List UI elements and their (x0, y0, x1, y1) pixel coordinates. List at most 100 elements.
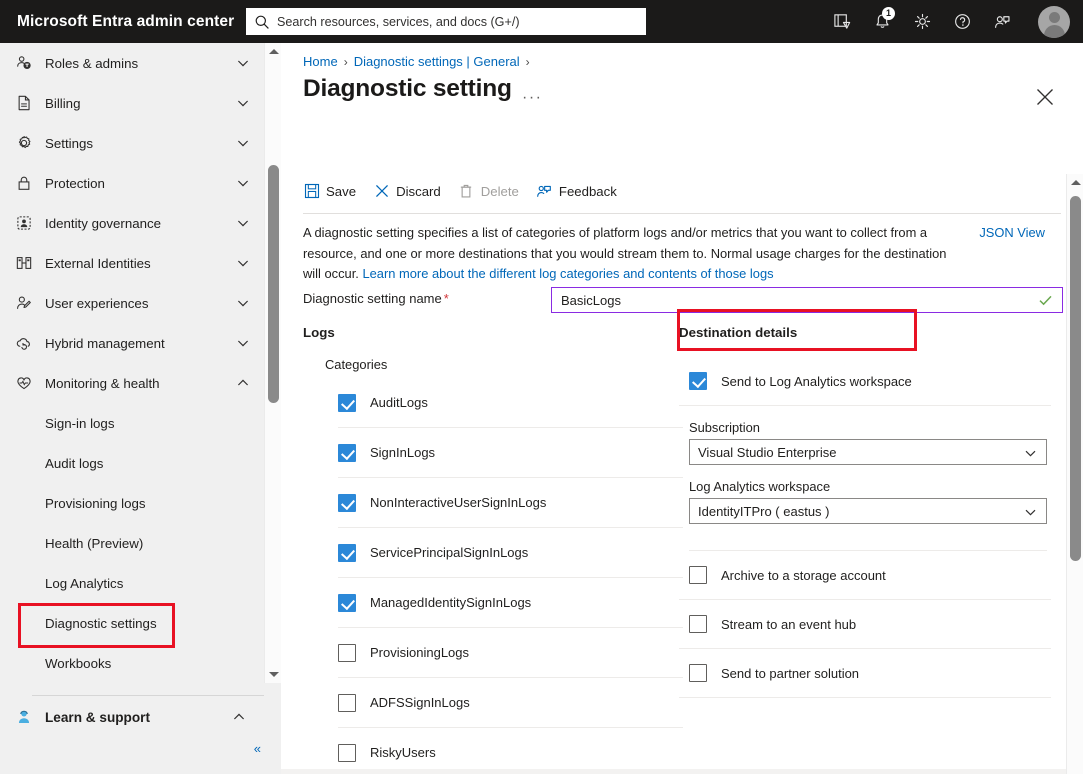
log-category-row[interactable]: NonInteractiveUserSignInLogs (338, 478, 683, 528)
sidebar-item-learn-support[interactable]: Learn & support (0, 695, 264, 739)
log-analytics-workspace-dropdown[interactable]: IdentityITPro ( eastus ) (689, 498, 1047, 524)
logs-categories-label: Categories (325, 357, 683, 372)
sidebar-subitem-label: Provisioning logs (45, 496, 146, 511)
checkbox-managedidentitysigninlogs[interactable] (338, 594, 356, 612)
sidebar-item-label: External Identities (45, 256, 151, 271)
partner-solution-row[interactable]: Send to partner solution (679, 649, 1051, 698)
learn-more-link[interactable]: Learn more about the different log categ… (362, 266, 773, 281)
sidebar-scrollbar[interactable] (264, 43, 281, 683)
diagnostic-setting-name-input[interactable]: BasicLogs (551, 287, 1063, 313)
bottom-strip (281, 769, 1066, 774)
help-icon[interactable] (945, 0, 979, 43)
sidebar-item-hybrid-management[interactable]: Hybrid management (0, 323, 264, 363)
log-category-row[interactable]: ServicePrincipalSignInLogs (338, 528, 683, 578)
chevron-down-icon[interactable] (236, 256, 250, 270)
bell-icon[interactable]: 1 (865, 0, 899, 43)
trash-icon (458, 183, 475, 200)
name-input-value: BasicLogs (561, 293, 621, 308)
feedback-icon (536, 183, 553, 200)
required-marker: * (444, 291, 449, 306)
checkbox-send-to-log-analytics[interactable] (689, 372, 707, 390)
breadcrumb-diagnostic-settings[interactable]: Diagnostic settings | General (354, 54, 520, 69)
sidebar-item-audit-logs[interactable]: Audit logs (0, 443, 264, 483)
sidebar-learn-support-label: Learn & support (45, 710, 150, 725)
chevron-down-icon[interactable] (236, 336, 250, 350)
breadcrumb-home[interactable]: Home (303, 54, 338, 69)
send-to-log-analytics-row[interactable]: Send to Log Analytics workspace (679, 357, 1051, 406)
chevron-down-icon[interactable] (236, 136, 250, 150)
sidebar-item-log-analytics[interactable]: Log Analytics (0, 563, 264, 603)
scroll-up-arrow[interactable] (1067, 174, 1083, 191)
scroll-down-arrow[interactable] (265, 666, 281, 683)
send-to-log-analytics-label: Send to Log Analytics workspace (721, 374, 912, 389)
chevron-up-icon[interactable] (232, 710, 246, 724)
sidebar-item-label: Monitoring & health (45, 376, 160, 391)
app-root: Microsoft Entra admin center Search reso… (0, 0, 1083, 774)
log-category-row[interactable]: AuditLogs (338, 378, 683, 428)
more-options-button[interactable]: ··· (522, 89, 542, 107)
cloud-shell-icon[interactable] (825, 0, 859, 43)
sidebar-item-user-experiences[interactable]: User experiences (0, 283, 264, 323)
sidebar-item-diagnostic-settings[interactable]: Diagnostic settings (0, 603, 264, 643)
chevron-down-icon[interactable] (236, 56, 250, 70)
log-category-row[interactable]: ADFSSignInLogs (338, 678, 683, 728)
save-button[interactable]: Save (303, 183, 356, 200)
breadcrumb-separator-2: › (526, 55, 530, 69)
main-scrollbar[interactable] (1066, 174, 1083, 774)
log-category-label: ManagedIdentitySignInLogs (370, 595, 531, 610)
sidebar-item-protection[interactable]: Protection (0, 163, 264, 203)
scrollbar-thumb[interactable] (268, 165, 279, 403)
sidebar-item-billing[interactable]: Billing (0, 83, 264, 123)
subscription-label: Subscription (689, 420, 1051, 435)
sidebar-item-identity-governance[interactable]: Identity governance (0, 203, 264, 243)
gear-icon[interactable] (905, 0, 939, 43)
chevron-down-icon[interactable] (236, 216, 250, 230)
checkbox-serviceprincipalsigninlogs[interactable] (338, 544, 356, 562)
feedback-icon[interactable] (985, 0, 1019, 43)
sidebar-item-roles-admins[interactable]: Roles & admins (0, 43, 264, 83)
log-category-row[interactable]: RiskyUsers (338, 728, 683, 774)
checkbox-send-to-partner-solution[interactable] (689, 664, 707, 682)
checkbox-archive-to-storage[interactable] (689, 566, 707, 584)
checkbox-riskyusers[interactable] (338, 744, 356, 762)
chevron-up-icon[interactable] (236, 376, 250, 390)
save-label: Save (326, 184, 356, 199)
log-category-row[interactable]: SignInLogs (338, 428, 683, 478)
sidebar-item-provisioning-logs[interactable]: Provisioning logs (0, 483, 264, 523)
scrollbar-thumb[interactable] (1070, 196, 1081, 561)
command-bar: Save Discard (303, 174, 634, 208)
support-person-icon (14, 707, 34, 727)
search-input[interactable]: Search resources, services, and docs (G+… (246, 8, 646, 35)
sidebar-item-monitoring-health[interactable]: Monitoring & health (0, 363, 264, 403)
avatar[interactable] (1038, 6, 1070, 38)
sidebar-subitem-label: Log Analytics (45, 576, 123, 591)
discard-button[interactable]: Discard (373, 183, 441, 200)
checkbox-noninteractiveusersigninlogs[interactable] (338, 494, 356, 512)
chevron-down-icon[interactable] (236, 176, 250, 190)
sidebar-item-health-preview[interactable]: Health (Preview) (0, 523, 264, 563)
sidebar-item-workbooks[interactable]: Workbooks (0, 643, 264, 683)
chevron-down-icon (1024, 506, 1037, 519)
checkbox-signinlogs[interactable] (338, 444, 356, 462)
sidebar-item-settings[interactable]: Settings (0, 123, 264, 163)
collapse-sidebar-button[interactable]: « (254, 741, 261, 756)
subscription-dropdown[interactable]: Visual Studio Enterprise (689, 439, 1047, 465)
stream-event-hub-row[interactable]: Stream to an event hub (679, 600, 1051, 649)
json-view-link[interactable]: JSON View (979, 225, 1045, 240)
log-category-label: SignInLogs (370, 445, 435, 460)
chevron-down-icon[interactable] (236, 96, 250, 110)
checkbox-stream-to-event-hub[interactable] (689, 615, 707, 633)
sidebar-item-label: Protection (45, 176, 105, 191)
checkbox-adfssigninlogs[interactable] (338, 694, 356, 712)
checkbox-provisioninglogs[interactable] (338, 644, 356, 662)
scroll-up-arrow[interactable] (265, 43, 281, 60)
close-icon[interactable] (1034, 86, 1056, 108)
feedback-button[interactable]: Feedback (536, 183, 617, 200)
chevron-down-icon[interactable] (236, 296, 250, 310)
archive-storage-row[interactable]: Archive to a storage account (679, 551, 1051, 600)
log-category-row[interactable]: ProvisioningLogs (338, 628, 683, 678)
checkbox-auditlogs[interactable] (338, 394, 356, 412)
sidebar-item-sign-in-logs[interactable]: Sign-in logs (0, 403, 264, 443)
log-category-row[interactable]: ManagedIdentitySignInLogs (338, 578, 683, 628)
sidebar-item-external-identities[interactable]: External Identities (0, 243, 264, 283)
